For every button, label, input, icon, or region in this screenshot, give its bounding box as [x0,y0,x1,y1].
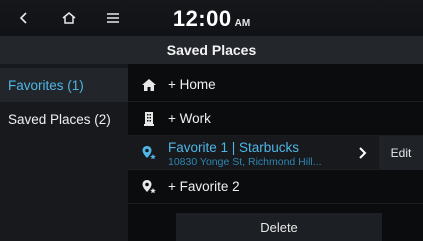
chevron-right-icon [359,147,367,159]
menu-button[interactable] [99,6,127,30]
favorite-title: Favorite 1 | Starbucks [168,140,300,155]
home-button[interactable] [55,6,83,30]
list-item-add-work[interactable]: + Work [128,102,423,136]
delete-label: Delete [260,219,298,235]
sidebar-item-saved-places[interactable]: Saved Places (2) [0,102,128,136]
sidebar-item-label: Saved Places (2) [8,111,111,127]
favorite-pin-icon [142,146,156,160]
list-item-label: + Favorite 2 [168,179,240,194]
page-title: Saved Places [166,42,257,58]
clock-time: 12:00 [172,6,232,31]
edit-button[interactable]: Edit [379,136,423,170]
list-item-label: + Home [168,77,216,92]
back-button[interactable] [10,6,38,30]
favorite-pin-icon [142,180,156,194]
list-item-add-favorite-2[interactable]: + Favorite 2 [128,170,423,204]
building-icon [144,112,154,126]
clock-ampm: AM [234,18,251,29]
clock[interactable]: 12:00 AM [173,6,250,32]
status-bar: 12:00 AM [0,0,423,36]
sidebar-item-label: Favorites (1) [8,77,84,93]
sidebar-item-favorites[interactable]: Favorites (1) [0,68,128,102]
edit-label: Edit [390,146,412,160]
house-icon [142,79,156,91]
list-item-label: + Work [168,111,211,126]
details-button[interactable] [347,136,377,170]
home-icon [62,12,76,24]
favorite-address: 10830 Yonge St, Richmond Hill... [168,156,322,168]
list-item-add-home[interactable]: + Home [128,68,423,102]
hamburger-menu-icon [107,13,119,23]
chevron-left-icon [19,12,27,24]
delete-button[interactable]: Delete [176,213,382,241]
favorites-list: + Home + Work Favorite 1 | Starbucks 108… [128,64,423,241]
list-item-favorite-1[interactable]: Favorite 1 | Starbucks 10830 Yonge St, R… [128,136,423,170]
sidebar: Favorites (1) Saved Places (2) [0,64,128,241]
page-header: Saved Places [0,36,423,64]
